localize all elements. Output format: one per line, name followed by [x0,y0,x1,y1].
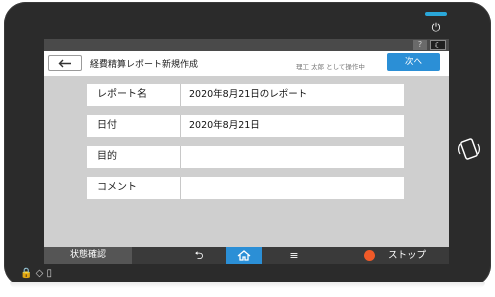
purpose-field[interactable] [181,146,404,168]
next-button[interactable]: 次へ [387,53,440,71]
nfc-icon [456,136,482,162]
comment-label: コメント [87,177,181,199]
stop-label: ストップ [388,250,427,261]
touch-screen: ? ☾ 経費精算レポート新規作成 理工 太郎 として操作中 次へ レポート名 2… [44,39,449,264]
date-row[interactable]: 日付 2020年8月21日 [87,115,404,137]
system-topbar: ? ☾ [44,39,449,51]
app-header: 経費精算レポート新規作成 理工 太郎 として操作中 次へ [44,51,449,76]
status-indicator-light [425,12,447,16]
purpose-label: 目的 [87,146,181,168]
comment-field[interactable] [181,177,404,199]
sleep-button[interactable]: ☾ [430,40,446,50]
home-button[interactable] [226,247,262,264]
back-button[interactable] [48,55,82,71]
help-button[interactable]: ? [413,40,427,50]
device-bottom-edge [10,282,485,288]
status-check-button[interactable]: 状態確認 [44,247,132,264]
purpose-row[interactable]: 目的 [87,146,404,168]
comment-row[interactable]: コメント [87,177,404,199]
device-status-icons: 🔒 ◇ ▯ [20,268,53,279]
stop-icon [364,250,375,261]
report-form: レポート名 2020年8月21日のレポート 日付 2020年8月21日 目的 コ… [87,84,404,208]
device-frame: ⏻ 🔒 ◇ ▯ ? ☾ 経費精算レポート新規作成 理工 太郎 として操作中 次へ [4,2,491,287]
report-name-label: レポート名 [87,84,181,106]
report-name-field[interactable]: 2020年8月21日のレポート [181,84,404,106]
power-icon[interactable]: ⏻ [429,21,443,35]
nav-back-icon[interactable]: ⮌ [182,247,216,264]
stop-button[interactable]: ストップ [358,247,449,264]
date-field[interactable]: 2020年8月21日 [181,115,404,137]
menu-icon[interactable]: ≡ [277,247,311,264]
bottom-navigation-bar: 状態確認 ⮌ ≡ ストップ [44,247,449,264]
page-title: 経費精算レポート新規作成 [90,60,199,70]
date-label: 日付 [87,115,181,137]
arrow-left-icon [58,59,71,68]
home-icon [237,250,251,261]
report-name-row[interactable]: レポート名 2020年8月21日のレポート [87,84,404,106]
operator-status: 理工 太郎 として操作中 [296,63,365,71]
